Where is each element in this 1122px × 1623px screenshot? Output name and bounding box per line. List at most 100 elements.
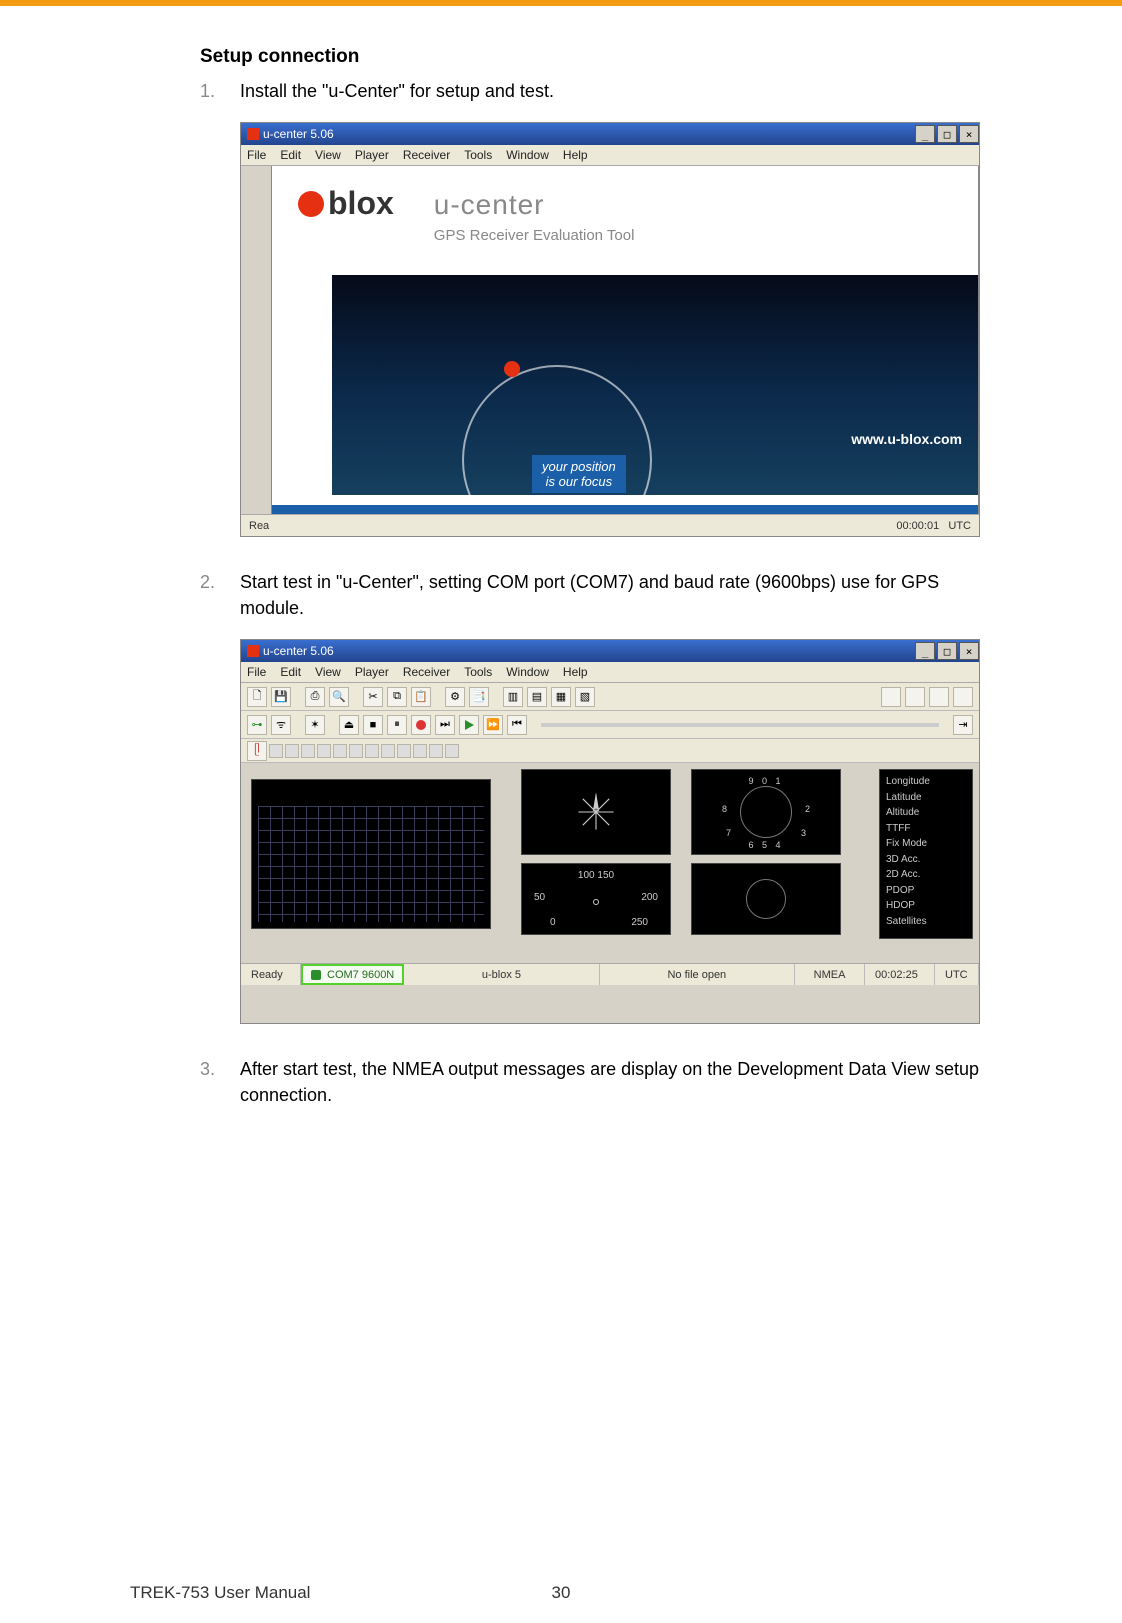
label-latitude: Latitude	[886, 790, 966, 806]
label-3dacc: 3D Acc.	[886, 852, 966, 868]
menu-view[interactable]: View	[315, 148, 341, 162]
menu-tools[interactable]: Tools	[464, 665, 492, 679]
print-preview-icon[interactable]: 🔍	[329, 687, 349, 707]
gauge-top: 100 150	[578, 870, 614, 881]
cut-icon[interactable]: ✂	[363, 687, 383, 707]
indicator-cell	[333, 744, 347, 758]
play-icon[interactable]	[459, 715, 479, 735]
indicator-cell	[397, 744, 411, 758]
panel-3-icon[interactable]: ▦	[551, 687, 571, 707]
toolbar-icon[interactable]	[929, 687, 949, 707]
pause-icon[interactable]: ⏸	[387, 715, 407, 735]
indicator-cell	[429, 744, 443, 758]
view-icon[interactable]: 📑	[469, 687, 489, 707]
footer-page-number: 30	[552, 1583, 571, 1603]
status-file: No file open	[600, 964, 795, 985]
menu-window[interactable]: Window	[506, 148, 549, 162]
menu-player[interactable]: Player	[355, 148, 389, 162]
clock-ring-icon	[740, 786, 792, 838]
print-icon[interactable]: ⎙	[305, 687, 325, 707]
copy-icon[interactable]: ⧉	[387, 687, 407, 707]
panel-4-icon[interactable]: ▧	[575, 687, 595, 707]
gauge-left: 50	[534, 892, 545, 903]
satellite-icon[interactable]: ✶	[305, 715, 325, 735]
status-tz: UTC	[948, 520, 971, 532]
step-1: 1. Install the "u-Center" for setup and …	[200, 78, 1002, 104]
clock-top-nums: 9 0 1	[692, 776, 840, 786]
panels-area: 100 150 50 200 0 250 9 0 1 8 2 7 3	[241, 763, 979, 963]
skip-back-icon[interactable]: ⏮	[507, 715, 527, 735]
indicator-cell	[445, 744, 459, 758]
minimize-button[interactable]: _	[915, 125, 935, 143]
menu-bar: File Edit View Player Receiver Tools Win…	[241, 662, 979, 683]
step-number: 1.	[200, 78, 240, 104]
label-pdop: PDOP	[886, 883, 966, 899]
status-tz: UTC	[935, 964, 979, 985]
toolbar-row-1: 🗋 💾 ⎙ 🔍 ✂ ⧉ 📋 ⚙ 📑 ▥ ▤ ▦ ▧	[241, 683, 979, 711]
window-titlebar: u-center 5.06 _ □ ×	[241, 640, 979, 662]
ublox-logo-text: blox	[328, 185, 394, 222]
save-icon[interactable]: 💾	[271, 687, 291, 707]
connect-icon[interactable]: ⊶	[247, 715, 267, 735]
gauge-right: 200	[641, 892, 658, 903]
player-seek-bar[interactable]	[541, 723, 939, 727]
toolbar-icon[interactable]	[953, 687, 973, 707]
fast-forward-icon[interactable]: ⏩	[483, 715, 503, 735]
page-footer: TREK-753 User Manual 30	[0, 1583, 1122, 1603]
toolbar-row-player: ⊶ ᯤ ✶ ⏏ ■ ⏸ ⏭ ⏩ ⏮ ⇥	[241, 711, 979, 739]
splash-subtitle: GPS Receiver Evaluation Tool	[434, 227, 635, 244]
step-icon[interactable]: ⏭	[435, 715, 455, 735]
skyplot-panel	[691, 863, 841, 935]
maximize-button[interactable]: □	[937, 125, 957, 143]
menu-tools[interactable]: Tools	[464, 148, 492, 162]
menu-help[interactable]: Help	[563, 665, 588, 679]
indicator-cell	[413, 744, 427, 758]
maximize-button[interactable]: □	[937, 642, 957, 660]
menu-player[interactable]: Player	[355, 665, 389, 679]
step-3: 3. After start test, the NMEA output mes…	[200, 1056, 1002, 1108]
label-longitude: Longitude	[886, 774, 966, 790]
menu-edit[interactable]: Edit	[280, 665, 301, 679]
label-satellites: Satellites	[886, 914, 966, 930]
menu-edit[interactable]: Edit	[280, 148, 301, 162]
label-altitude: Altitude	[886, 805, 966, 821]
menu-file[interactable]: File	[247, 148, 266, 162]
menu-view[interactable]: View	[315, 665, 341, 679]
indicator-cell	[301, 744, 315, 758]
splash-dialog: blox u-center GPS Receiver Evaluation To…	[271, 166, 979, 536]
baud-icon[interactable]: ᯤ	[271, 715, 291, 735]
menu-help[interactable]: Help	[563, 148, 588, 162]
gauge-center-icon	[593, 899, 599, 905]
indicator-cell	[381, 744, 395, 758]
skip-end-icon[interactable]: ⇥	[953, 715, 973, 735]
panel-1-icon[interactable]: ▥	[503, 687, 523, 707]
splash-hero-image: your position is our focus www.u-blox.co…	[332, 275, 978, 495]
screenshot-ucenter-splash: u-center 5.06 _ □ × File Edit View Playe…	[240, 122, 980, 537]
menu-bar: File Edit View Player Receiver Tools Win…	[241, 145, 979, 166]
indicator-cell	[349, 744, 363, 758]
menu-file[interactable]: File	[247, 665, 266, 679]
menu-receiver[interactable]: Receiver	[403, 665, 450, 679]
stop-icon[interactable]: ■	[363, 715, 383, 735]
clock-panel: 9 0 1 8 2 7 3 6 5 4	[691, 769, 841, 855]
antenna-icon[interactable]: ᥫ	[247, 741, 267, 761]
record-icon[interactable]	[411, 715, 431, 735]
paste-icon[interactable]: 📋	[411, 687, 431, 707]
toolbar-icon[interactable]	[881, 687, 901, 707]
close-button[interactable]: ×	[959, 642, 979, 660]
menu-receiver[interactable]: Receiver	[403, 148, 450, 162]
step-number: 3.	[200, 1056, 240, 1108]
connected-icon	[311, 970, 321, 980]
ublox-url: www.u-blox.com	[851, 431, 962, 447]
close-button[interactable]: ×	[959, 125, 979, 143]
speed-gauge-panel: 100 150 50 200 0 250	[521, 863, 671, 935]
panel-2-icon[interactable]: ▤	[527, 687, 547, 707]
tool-icon[interactable]: ⚙	[445, 687, 465, 707]
signal-grid	[258, 806, 484, 922]
status-bar: Ready COM7 9600N u-blox 5 No file open N…	[241, 963, 979, 985]
menu-window[interactable]: Window	[506, 665, 549, 679]
minimize-button[interactable]: _	[915, 642, 935, 660]
toolbar-icon[interactable]	[905, 687, 925, 707]
new-file-icon[interactable]: 🗋	[247, 687, 267, 707]
eject-icon[interactable]: ⏏	[339, 715, 359, 735]
